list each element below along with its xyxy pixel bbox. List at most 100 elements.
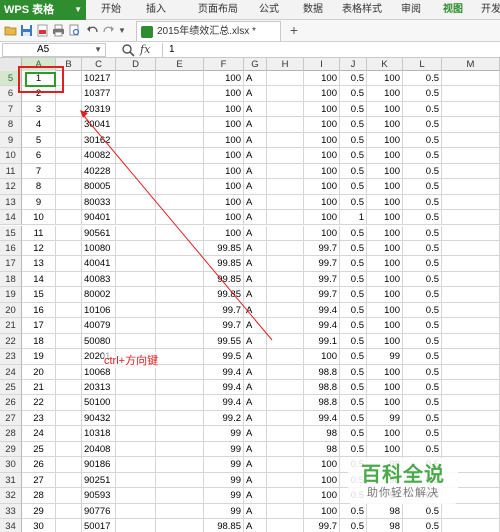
- cell-h[interactable]: [267, 101, 304, 118]
- cell-c[interactable]: 40079: [82, 318, 116, 334]
- cell-h[interactable]: [267, 132, 304, 149]
- cell-m[interactable]: [442, 210, 500, 226]
- cell-h[interactable]: [267, 519, 304, 532]
- cell-j[interactable]: 0.5: [340, 271, 367, 288]
- cell-j[interactable]: 0.5: [340, 333, 367, 350]
- cell-i[interactable]: 100: [304, 117, 340, 133]
- cell-e[interactable]: [156, 287, 204, 303]
- cell-f[interactable]: 99: [204, 441, 244, 458]
- cell-l[interactable]: 0.5: [403, 240, 442, 257]
- cell-i[interactable]: 99.7: [304, 240, 340, 257]
- cell-m[interactable]: [442, 148, 500, 164]
- undo-icon[interactable]: [86, 24, 99, 37]
- cell-f[interactable]: 100: [204, 101, 244, 118]
- cell-c[interactable]: 90776: [82, 503, 116, 520]
- column-header-m[interactable]: M: [442, 58, 500, 71]
- cell-j[interactable]: 0.5: [340, 194, 367, 211]
- cell-e[interactable]: [156, 457, 204, 473]
- cell-j[interactable]: 0.5: [340, 287, 367, 303]
- cell-c[interactable]: 40082: [82, 148, 116, 164]
- new-tab-button[interactable]: +: [286, 20, 302, 42]
- cell-f[interactable]: 99.7: [204, 302, 244, 319]
- cell-a[interactable]: 11: [22, 225, 56, 241]
- cell-l[interactable]: 0.5: [403, 287, 442, 303]
- row-header[interactable]: 8: [0, 117, 22, 133]
- cell-m[interactable]: [442, 132, 500, 149]
- cell-j[interactable]: 0.5: [340, 426, 367, 442]
- cell-i[interactable]: 100: [304, 457, 340, 473]
- cell-e[interactable]: [156, 240, 204, 257]
- row-header[interactable]: 27: [0, 410, 22, 427]
- cell-k[interactable]: 100: [367, 101, 403, 118]
- menu-tab-page-layout[interactable]: 页面布局: [196, 0, 240, 20]
- cell-k[interactable]: 100: [367, 240, 403, 257]
- menu-tab-formulas[interactable]: 公式: [256, 0, 282, 20]
- cell-f[interactable]: 100: [204, 225, 244, 241]
- row-header[interactable]: 32: [0, 488, 22, 504]
- cell-f[interactable]: 99: [204, 472, 244, 489]
- cell-k[interactable]: 100: [367, 426, 403, 442]
- cell-b[interactable]: [56, 519, 82, 532]
- cell-l[interactable]: 0.5: [403, 302, 442, 319]
- cell-d[interactable]: [116, 86, 156, 102]
- cell-d[interactable]: [116, 488, 156, 504]
- cell-c[interactable]: 50017: [82, 519, 116, 532]
- cell-a[interactable]: 5: [22, 132, 56, 149]
- cell-i[interactable]: 100: [304, 163, 340, 180]
- cell-k[interactable]: 100: [367, 302, 403, 319]
- cell-m[interactable]: [442, 194, 500, 211]
- cell-i[interactable]: 100: [304, 148, 340, 164]
- cell-f[interactable]: 100: [204, 132, 244, 149]
- cell-k[interactable]: 100: [367, 117, 403, 133]
- cell-a[interactable]: 12: [22, 240, 56, 257]
- cell-j[interactable]: 0.5: [340, 71, 367, 87]
- menu-tab-view[interactable]: 视图: [440, 0, 466, 20]
- cell-h[interactable]: [267, 287, 304, 303]
- cell-f[interactable]: 100: [204, 210, 244, 226]
- cell-e[interactable]: [156, 179, 204, 195]
- cell-i[interactable]: 100: [304, 503, 340, 520]
- cell-b[interactable]: [56, 333, 82, 350]
- cell-k[interactable]: 100: [367, 71, 403, 87]
- cell-a[interactable]: 21: [22, 380, 56, 396]
- cell-j[interactable]: 0.5: [340, 364, 367, 380]
- cell-a[interactable]: 25: [22, 441, 56, 458]
- row-header[interactable]: 28: [0, 426, 22, 442]
- cell-c[interactable]: 10080: [82, 240, 116, 257]
- cell-d[interactable]: [116, 380, 156, 396]
- cell-i[interactable]: 100: [304, 194, 340, 211]
- cell-a[interactable]: 23: [22, 410, 56, 427]
- cell-h[interactable]: [267, 395, 304, 411]
- cell-b[interactable]: [56, 441, 82, 458]
- cell-m[interactable]: [442, 101, 500, 118]
- cell-l[interactable]: 0.5: [403, 318, 442, 334]
- cell-b[interactable]: [56, 302, 82, 319]
- cell-i[interactable]: 99.1: [304, 333, 340, 350]
- cell-h[interactable]: [267, 457, 304, 473]
- cell-l[interactable]: 0.5: [403, 503, 442, 520]
- cell-d[interactable]: [116, 132, 156, 149]
- cell-i[interactable]: 100: [304, 86, 340, 102]
- cell-g[interactable]: A: [244, 410, 267, 427]
- cell-g[interactable]: A: [244, 441, 267, 458]
- cell-l[interactable]: 0.5: [403, 132, 442, 149]
- cell-m[interactable]: [442, 318, 500, 334]
- row-header[interactable]: 7: [0, 101, 22, 118]
- cell-m[interactable]: [442, 302, 500, 319]
- column-header-f[interactable]: F: [204, 58, 244, 71]
- cell-f[interactable]: 100: [204, 179, 244, 195]
- cell-k[interactable]: 100: [367, 287, 403, 303]
- cell-c[interactable]: 20408: [82, 441, 116, 458]
- cell-l[interactable]: 0.5: [403, 271, 442, 288]
- row-header[interactable]: 34: [0, 519, 22, 532]
- cell-g[interactable]: A: [244, 179, 267, 195]
- row-header[interactable]: 12: [0, 179, 22, 195]
- cell-l[interactable]: 0.5: [403, 364, 442, 380]
- cell-g[interactable]: A: [244, 333, 267, 350]
- menu-tab-data[interactable]: 数据: [300, 0, 326, 20]
- row-header[interactable]: 29: [0, 441, 22, 458]
- cell-b[interactable]: [56, 349, 82, 365]
- cell-j[interactable]: 0.5: [340, 441, 367, 458]
- cell-b[interactable]: [56, 503, 82, 520]
- cell-c[interactable]: 20313: [82, 380, 116, 396]
